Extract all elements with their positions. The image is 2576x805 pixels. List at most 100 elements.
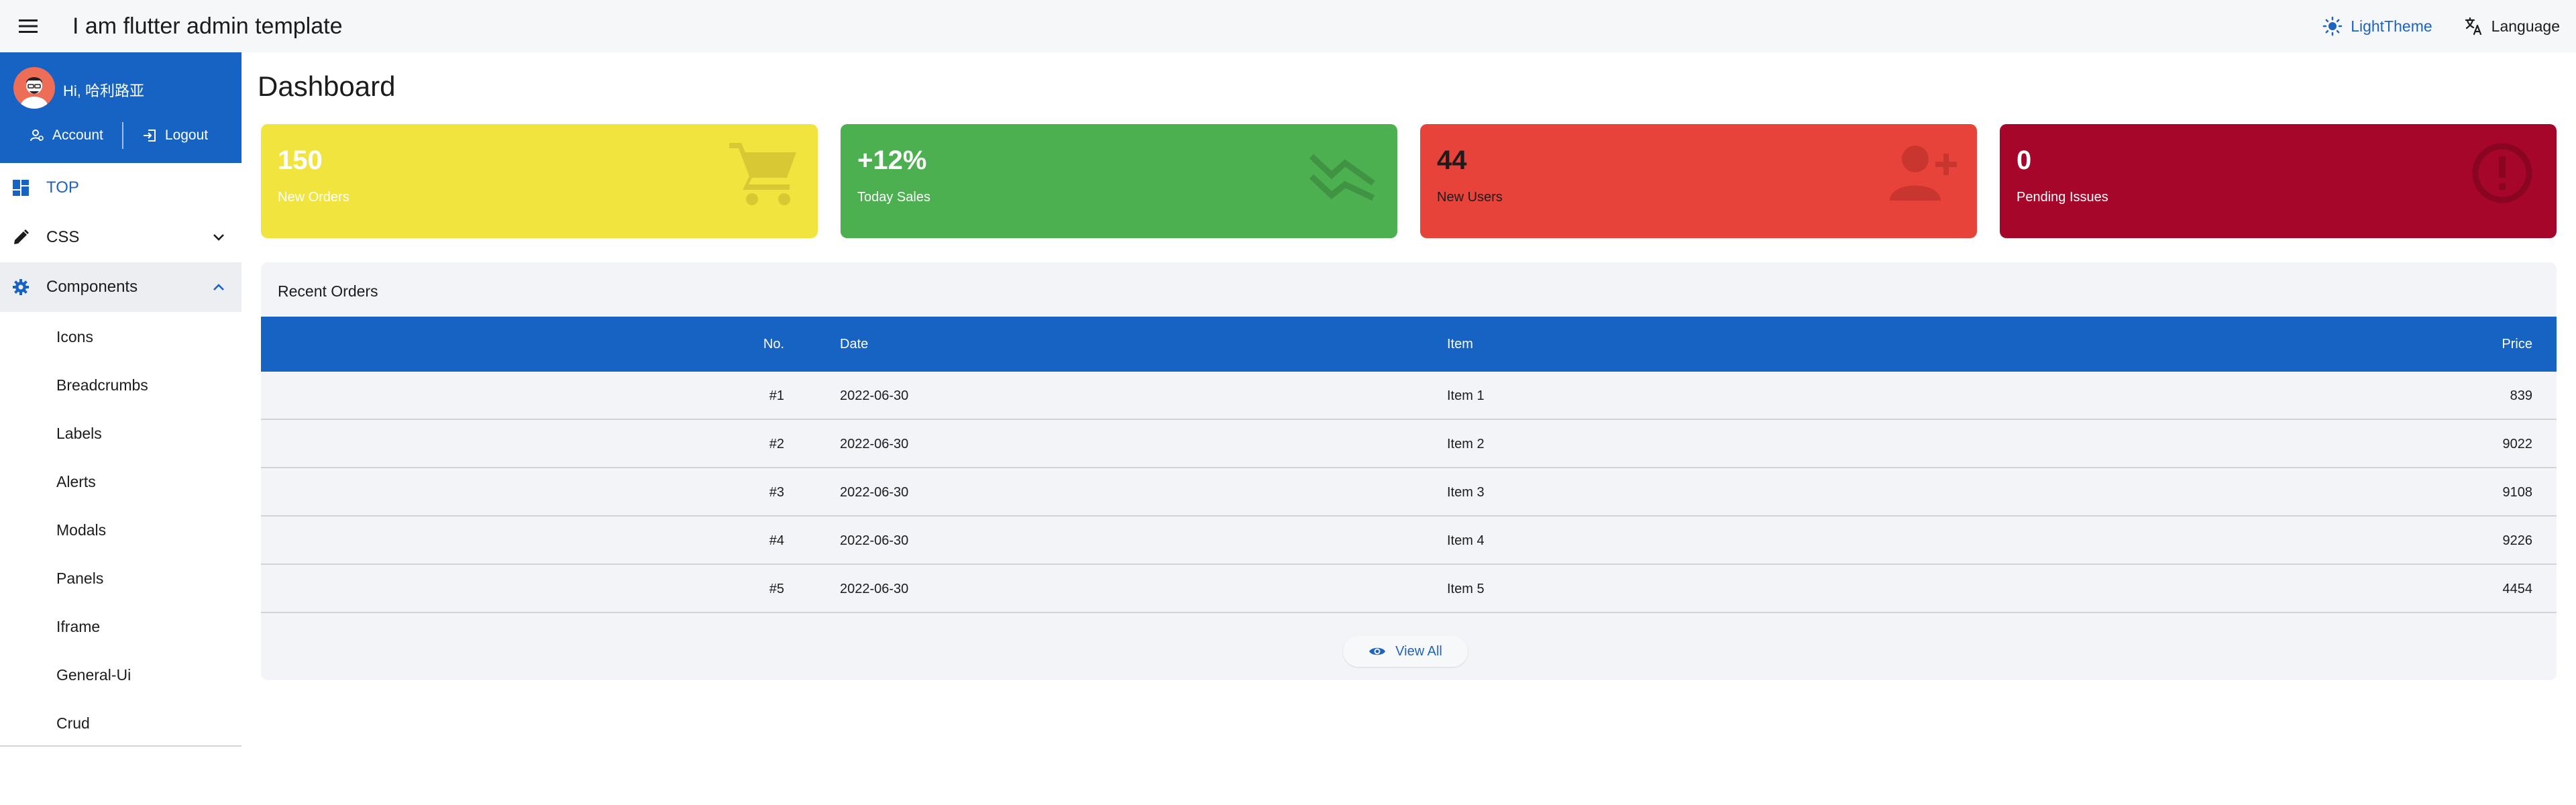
user-card: Hi, 哈利路亚 Account Logout: [0, 52, 241, 163]
trend-icon: [1309, 154, 1375, 201]
table-row[interactable]: #5 2022-06-30 Item 5 4454: [261, 565, 2557, 613]
sidebar-subitem-breadcrumbs[interactable]: Breadcrumbs: [0, 361, 241, 409]
sidebar-item-label: CSS: [46, 228, 80, 246]
hamburger-icon: [19, 19, 38, 33]
sidebar-subitem-alerts[interactable]: Alerts: [0, 458, 241, 506]
sidebar-subitem-label: Icons: [56, 327, 93, 345]
app-bar: I am flutter admin template LightTheme L…: [0, 0, 2576, 52]
chevron-down-icon: [213, 234, 224, 241]
cell-item: Item 2: [1447, 437, 1485, 451]
cell-price: 9226: [2502, 533, 2533, 548]
sidebar-item-label: TOP: [46, 178, 79, 197]
theme-label: LightTheme: [2351, 17, 2432, 35]
stat-caption: Today Sales: [857, 190, 930, 205]
language-button[interactable]: Language: [2449, 0, 2576, 52]
cell-price: 9022: [2502, 437, 2533, 451]
view-all-button[interactable]: View All: [1343, 636, 1468, 667]
avatar[interactable]: [13, 67, 55, 109]
sidebar-item-components[interactable]: Components: [0, 262, 241, 312]
account-button[interactable]: Account: [30, 127, 103, 144]
cell-date: 2022-06-30: [840, 533, 909, 548]
cell-price: 839: [2510, 388, 2532, 403]
pencil-icon: [14, 229, 29, 244]
recent-orders-title: Recent Orders: [278, 282, 378, 300]
stat-card-pending-issues[interactable]: 0 Pending Issues: [2000, 124, 2557, 238]
sidebar-subitem-modals[interactable]: Modals: [0, 506, 241, 554]
logout-label: Logout: [164, 127, 209, 143]
stat-caption: New Users: [1437, 190, 1503, 205]
stat-card-today-sales[interactable]: +12% Today Sales: [841, 124, 1397, 238]
stat-value: 150: [278, 146, 323, 175]
logout-icon: [143, 129, 156, 142]
chevron-up-icon: [213, 284, 224, 290]
recent-orders-panel: Recent Orders No. Date Item Price #1 202…: [261, 262, 2557, 680]
sidebar-subitem-labels[interactable]: Labels: [0, 409, 241, 458]
language-label: Language: [2491, 17, 2560, 35]
table-header: No. Date Item Price: [261, 317, 2557, 372]
add-user-icon: [1890, 146, 1957, 201]
dashboard-icon: [13, 180, 29, 196]
sidebar-subitem-label: Panels: [56, 569, 104, 587]
sidebar-item-top[interactable]: TOP: [0, 163, 241, 213]
stat-value: 44: [1437, 146, 1467, 175]
logout-button[interactable]: Logout: [142, 127, 208, 144]
sidebar: Hi, 哈利路亚 Account Logout TOP CSS Componen…: [0, 52, 241, 747]
sidebar-subitem-label: Modals: [56, 521, 107, 539]
sidebar-subitem-label: Breadcrumbs: [56, 376, 148, 394]
eye-icon: [1369, 647, 1386, 655]
user-greeting: Hi, 哈利路亚: [63, 83, 145, 99]
stat-caption: New Orders: [278, 190, 350, 205]
sidebar-subitem-crud[interactable]: Crud: [0, 699, 241, 747]
sidebar-subitem-label: Labels: [56, 424, 102, 442]
cell-item: Item 1: [1447, 388, 1485, 403]
cell-no: #1: [769, 388, 784, 403]
cell-price: 9108: [2502, 485, 2533, 500]
cell-date: 2022-06-30: [840, 388, 909, 403]
stat-caption: Pending Issues: [2017, 190, 2108, 205]
cell-date: 2022-06-30: [840, 437, 909, 451]
cell-price: 4454: [2502, 582, 2533, 596]
cell-no: #3: [769, 485, 784, 500]
translate-icon: [2465, 17, 2481, 36]
sidebar-subitem-label: Crud: [56, 714, 90, 732]
stat-card-new-orders[interactable]: 150 New Orders: [261, 124, 818, 238]
sidebar-subitem-icons[interactable]: Icons: [0, 313, 241, 361]
account-label: Account: [52, 127, 103, 143]
cell-date: 2022-06-30: [840, 485, 909, 500]
gear-icon: [13, 279, 29, 295]
app-title: I am flutter admin template: [72, 13, 343, 39]
main-content: Dashboard 150 New Orders +12% Today Sale…: [241, 52, 2576, 805]
column-header-price[interactable]: Price: [2502, 317, 2532, 372]
cell-item: Item 3: [1447, 485, 1485, 500]
account-icon: [30, 129, 44, 142]
column-header-item[interactable]: Item: [1447, 317, 1473, 372]
sidebar-item-css[interactable]: CSS: [0, 213, 241, 262]
cell-no: #2: [769, 437, 784, 451]
table-row[interactable]: #4 2022-06-30 Item 4 9226: [261, 517, 2557, 565]
sidebar-subitem-general-ui[interactable]: General-Ui: [0, 651, 241, 699]
column-header-no[interactable]: No.: [763, 317, 784, 372]
cell-item: Item 4: [1447, 533, 1485, 548]
sidebar-subitem-label: Alerts: [56, 472, 96, 490]
table-row[interactable]: #3 2022-06-30 Item 3 9108: [261, 468, 2557, 517]
sidebar-subitem-label: Iframe: [56, 617, 101, 635]
cell-date: 2022-06-30: [840, 582, 909, 596]
table-row[interactable]: #1 2022-06-30 Item 1 839: [261, 372, 2557, 420]
stat-value: 0: [2017, 146, 2032, 175]
sidebar-item-label: Components: [46, 278, 138, 296]
cell-item: Item 5: [1447, 582, 1485, 596]
cell-no: #5: [769, 582, 784, 596]
stat-value: +12%: [857, 146, 927, 175]
sidebar-subitem-label: General-Ui: [56, 665, 131, 684]
sidebar-subitem-panels[interactable]: Panels: [0, 554, 241, 602]
page-title: Dashboard: [258, 70, 396, 102]
stat-card-new-users[interactable]: 44 New Users: [1420, 124, 1977, 238]
sidebar-subitem-iframe[interactable]: Iframe: [0, 602, 241, 651]
column-header-date[interactable]: Date: [840, 317, 868, 372]
view-all-label: View All: [1395, 643, 1442, 659]
cell-no: #4: [769, 533, 784, 548]
table-row[interactable]: #2 2022-06-30 Item 2 9022: [261, 420, 2557, 468]
menu-button[interactable]: [0, 0, 56, 52]
theme-toggle-button[interactable]: LightTheme: [2306, 0, 2448, 52]
alert-icon: [2472, 143, 2532, 203]
